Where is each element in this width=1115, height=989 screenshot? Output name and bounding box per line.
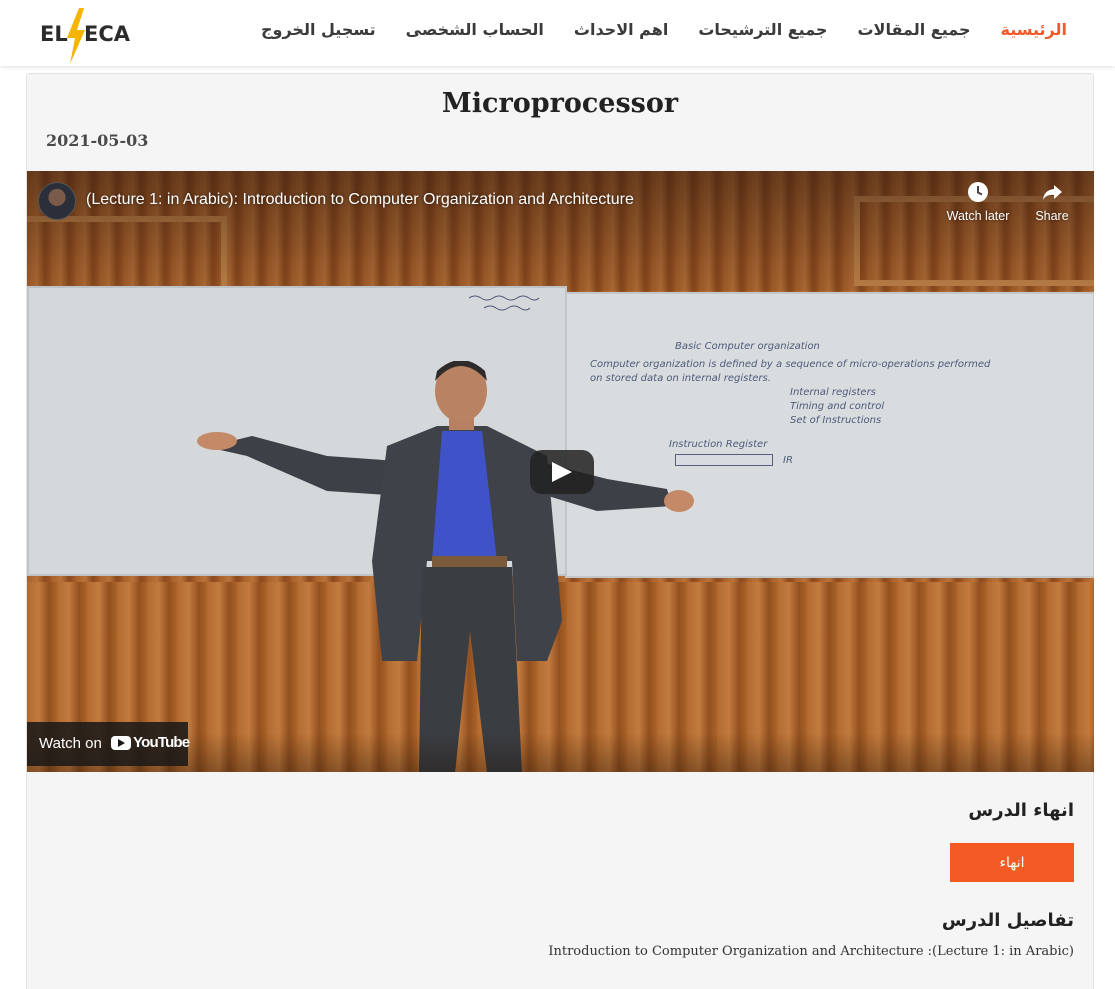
lesson-details-heading: تفاصيل الدرس: [941, 910, 1074, 931]
youtube-logo-icon: [111, 736, 131, 750]
clock-icon: [968, 182, 988, 202]
watch-on-label: Watch on: [39, 735, 102, 752]
site-logo[interactable]: EL ECA: [38, 8, 131, 64]
play-button[interactable]: [530, 450, 594, 494]
finish-lesson-button[interactable]: انهاء: [950, 843, 1074, 882]
video-title[interactable]: (Lecture 1: in Arabic): Introduction to …: [86, 191, 634, 209]
board-heading: Basic Computer organization: [675, 341, 820, 352]
watch-later-label: Watch later: [946, 209, 1010, 223]
watch-on-youtube-button[interactable]: Watch on YouTube: [27, 722, 190, 766]
lesson-date: 2021-05-03: [46, 131, 149, 150]
share-label: Share: [1035, 209, 1069, 223]
nav-profile[interactable]: الحساب الشخصى: [406, 20, 544, 39]
share-button[interactable]: Share: [1017, 181, 1087, 223]
lesson-card: Microprocessor 2021-05-03 Basic Computer…: [26, 73, 1094, 989]
lesson-title: Microprocessor: [441, 88, 679, 119]
finish-lesson-heading: انهاء الدرس: [968, 800, 1074, 821]
lesson-details-text: Introduction to Computer Organization an…: [548, 944, 1074, 959]
play-icon: [552, 462, 572, 482]
board-item-1: Internal registers: [790, 387, 876, 398]
nav-home[interactable]: الرئيسية: [1001, 20, 1068, 39]
nav-top-events[interactable]: اهم الاحداث: [574, 20, 668, 39]
board-ir-label: IR: [783, 455, 793, 466]
board-item-3: Set of Instructions: [790, 415, 882, 426]
lecturer-figure: [197, 361, 694, 772]
logo-text-right: ECA: [84, 22, 131, 46]
video-top-shade: [27, 171, 1094, 291]
top-navbar: EL ECA الرئيسية جميع المقالات جميع الترش…: [0, 0, 1115, 66]
youtube-wordmark: YouTube: [133, 734, 190, 751]
nav-logout[interactable]: تسجيل الخروج: [261, 20, 376, 39]
board-item-2: Timing and control: [790, 401, 885, 412]
nav-all-articles[interactable]: جميع المقالات: [857, 20, 970, 39]
channel-avatar[interactable]: [38, 182, 76, 220]
watch-later-button[interactable]: Watch later: [943, 181, 1013, 223]
nav-all-recommendations[interactable]: جميع الترشيحات: [698, 20, 827, 39]
main-nav: الرئيسية جميع المقالات جميع الترشيحات اه…: [261, 20, 1067, 39]
video-player[interactable]: Basic Computer organization Computer org…: [27, 171, 1094, 772]
share-arrow-icon: [1043, 185, 1062, 200]
